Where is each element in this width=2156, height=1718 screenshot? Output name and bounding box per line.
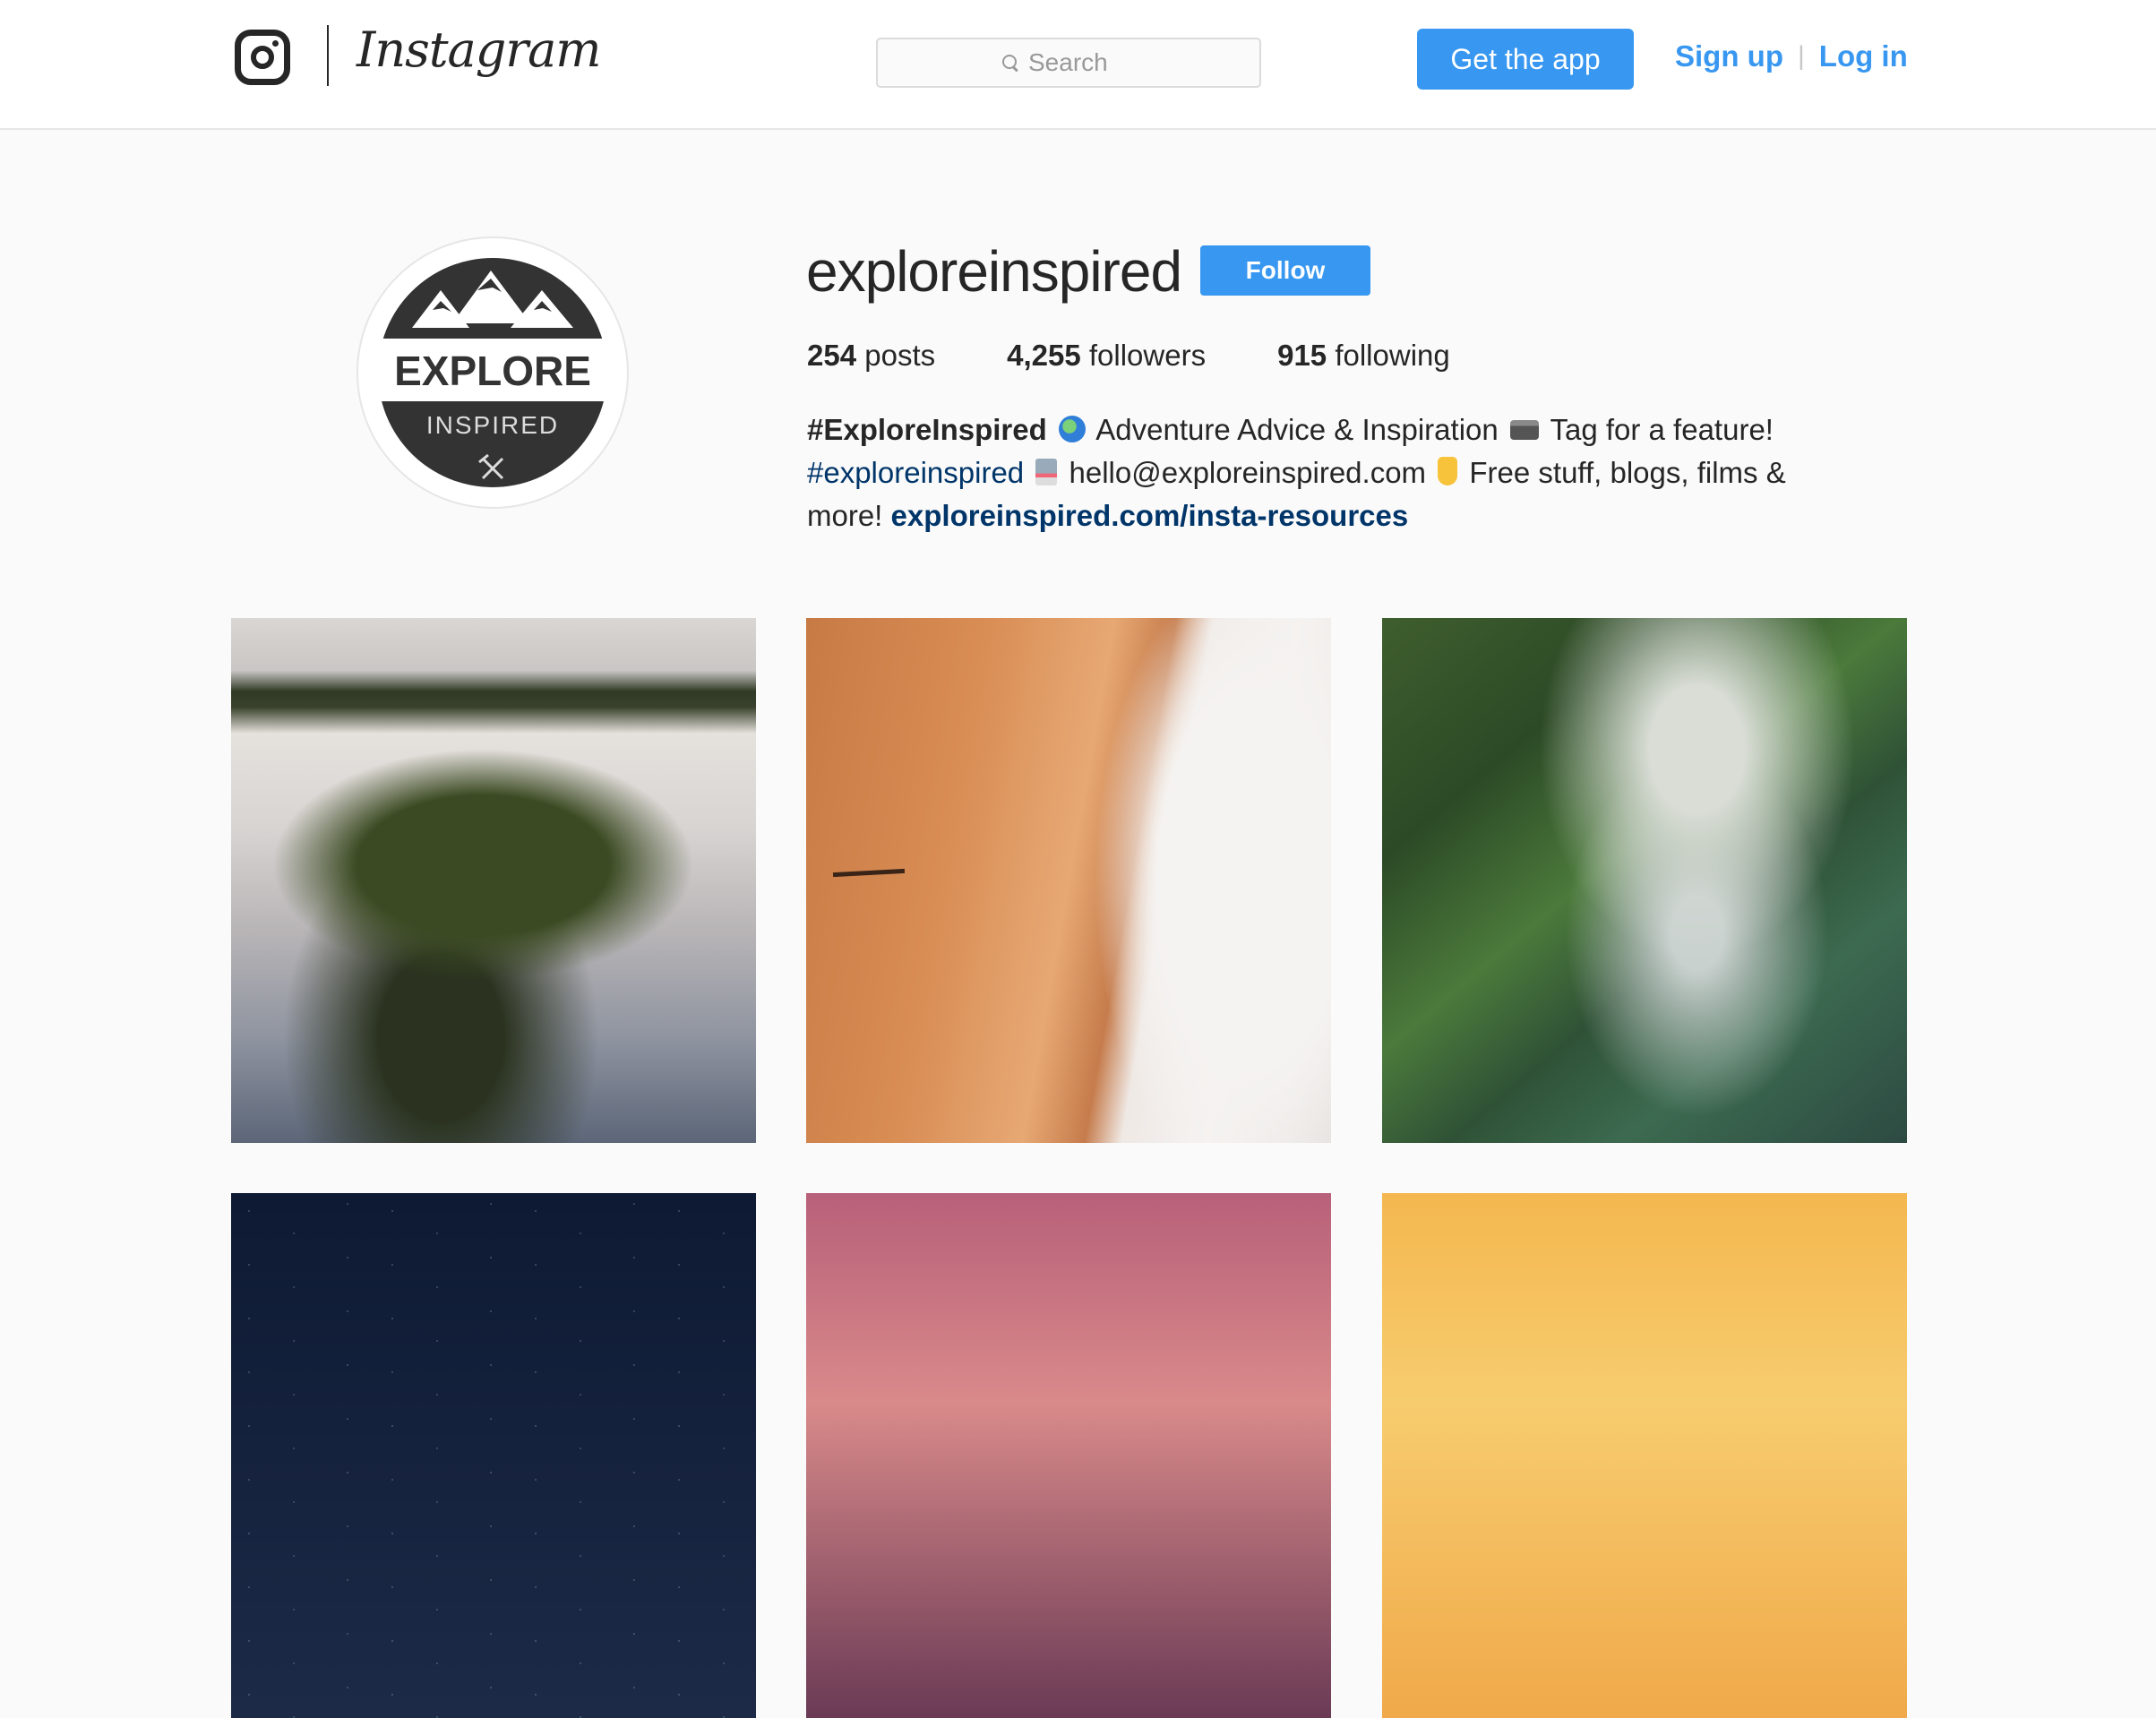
avatar-text-inspired: INSPIRED [426, 411, 559, 439]
globe-icon [1058, 416, 1086, 442]
explore-inspired-logo: EXPLORE INSPIRED [378, 258, 607, 487]
instagram-camera-icon[interactable] [235, 30, 290, 85]
profile-stats: 254 posts 4,255 followers 915 following [807, 339, 1450, 373]
posts-stat: 254 posts [807, 339, 935, 373]
profile-bio: #ExploreInspired Adventure Advice & Insp… [807, 408, 1837, 537]
bio-text-more: more! [807, 499, 883, 532]
post-thumbnail-beach-aerial[interactable] [806, 618, 1331, 1143]
post-thumbnail-starry-sky[interactable] [231, 1193, 756, 1718]
bio-text-adventure: Adventure Advice & Inspiration [1095, 413, 1499, 446]
posts-label: posts [864, 339, 936, 372]
bio-text-tag: Tag for a feature! [1550, 413, 1774, 446]
follow-button[interactable]: Follow [1200, 245, 1370, 296]
following-label: following [1335, 339, 1450, 372]
bio-website-link[interactable]: exploreinspired.com/insta-resources [891, 499, 1409, 532]
auth-separator: | [1797, 41, 1805, 71]
top-navigation-bar: Instagram Get the app Sign up | Log in [0, 0, 2156, 130]
post-thumbnail-golden-sky[interactable] [1382, 1193, 1907, 1718]
search-icon [1001, 54, 1019, 72]
auth-links: Sign up | Log in [1675, 39, 1908, 73]
person-shadow [832, 868, 906, 878]
followers-stat[interactable]: 4,255 followers [1007, 339, 1206, 373]
bio-name: #ExploreInspired [807, 413, 1047, 446]
search-input[interactable] [1028, 48, 1136, 77]
camera-icon [1509, 420, 1539, 440]
bio-email: hello@exploreinspired.com [1069, 456, 1427, 489]
avatar-text-explore: EXPLORE [394, 348, 591, 394]
camera-flash-dot [272, 40, 279, 47]
log-in-link[interactable]: Log in [1819, 39, 1908, 73]
stars-texture [231, 1193, 756, 1718]
profile-username: exploreinspired [806, 239, 1182, 304]
post-thumbnail-pink-sunset[interactable] [806, 1193, 1331, 1718]
sign-up-link[interactable]: Sign up [1675, 39, 1783, 73]
post-thumbnail-rice-terraces[interactable] [1382, 618, 1907, 1143]
bio-text-free: Free stuff, blogs, films & [1469, 456, 1786, 489]
bio-hashtag-link[interactable]: #exploreinspired [807, 456, 1024, 489]
laptop-icon [1035, 459, 1058, 485]
profile-avatar[interactable]: EXPLORE INSPIRED [356, 236, 629, 509]
get-the-app-button[interactable]: Get the app [1417, 29, 1634, 90]
post-thumbnail-misty-hill[interactable] [231, 618, 756, 1143]
followers-count: 4,255 [1007, 339, 1081, 372]
instagram-wordmark[interactable]: Instagram [356, 21, 601, 80]
search-box[interactable] [876, 38, 1261, 88]
posts-count: 254 [807, 339, 857, 372]
camera-lens-shape [251, 46, 274, 69]
following-count: 915 [1277, 339, 1327, 372]
logo-divider [327, 25, 329, 86]
followers-label: followers [1088, 339, 1207, 372]
following-stat[interactable]: 915 following [1277, 339, 1450, 373]
pointing-down-icon [1438, 457, 1458, 485]
